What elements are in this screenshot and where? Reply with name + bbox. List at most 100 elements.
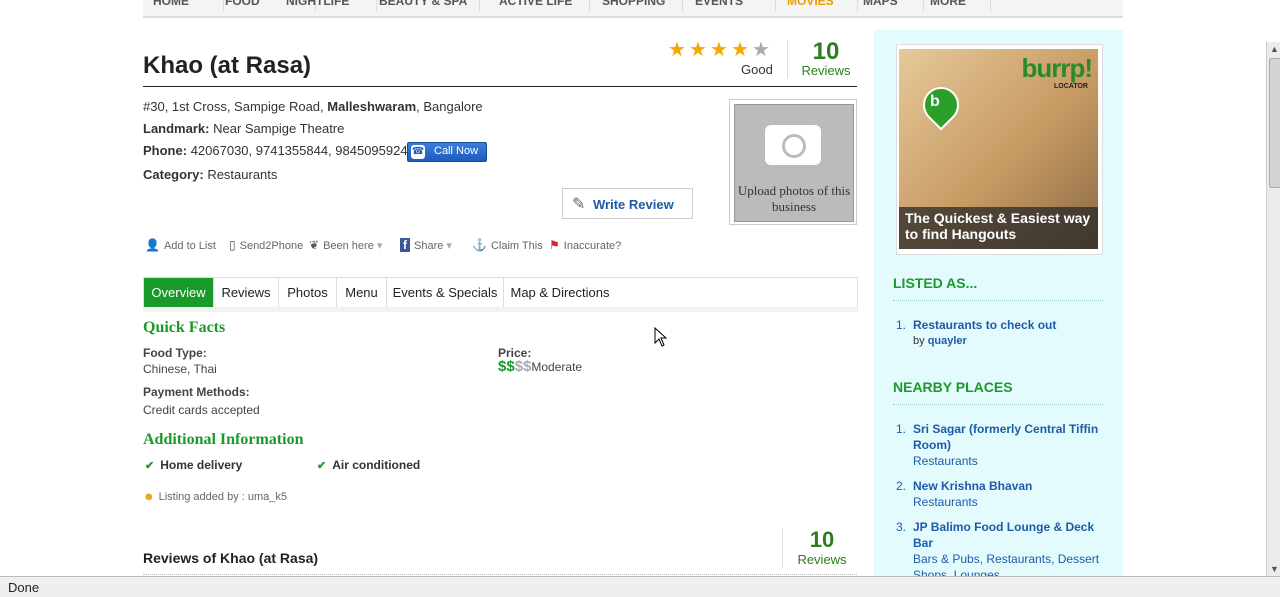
phone-icon: ☎ xyxy=(411,145,425,159)
tab-reviews[interactable]: Reviews xyxy=(214,278,279,307)
scroll-down-icon[interactable]: ▼ xyxy=(1270,564,1279,574)
nav-home[interactable]: HOME xyxy=(143,0,224,12)
reviews-divider xyxy=(782,528,783,568)
share-label: Share xyxy=(414,240,444,252)
nearby-item-title[interactable]: Sri Sagar (formerly Central Tiffin Room) xyxy=(913,421,1103,453)
been-here-link[interactable]: ❦ Been here ▾ xyxy=(309,238,382,252)
call-now-button[interactable]: ☎ Call Now xyxy=(407,142,487,162)
been-here-label: Been here xyxy=(323,240,374,252)
ad-brand-logo: burrp! xyxy=(1021,53,1093,83)
inaccurate-link[interactable]: ⚑ Inaccurate? xyxy=(549,238,621,252)
tab-menu[interactable]: Menu xyxy=(337,278,387,307)
upload-photo-box[interactable]: Upload photos of this business xyxy=(729,99,857,225)
chevron-down-icon: ▾ xyxy=(376,240,383,252)
upload-photo-label: Upload photos of this business xyxy=(737,183,851,214)
nav-movies[interactable]: MOVIES xyxy=(777,0,858,12)
write-review-label: Write Review xyxy=(593,197,674,212)
address-city: , Bangalore xyxy=(416,99,483,114)
tab-photos[interactable]: Photos xyxy=(279,278,337,307)
star-icon: ★ xyxy=(689,39,707,61)
review-count[interactable]: 10 xyxy=(800,38,852,66)
mobile-icon: ▯ xyxy=(229,238,236,252)
landmark: Landmark: Near Sampige Theatre xyxy=(143,121,344,136)
tab-events-specials[interactable]: Events & Specials xyxy=(387,278,504,307)
nearby-places-heading: NEARBY PLACES xyxy=(893,379,1013,395)
burrp-ad-banner[interactable]: burrp! LOCATOR b The Quickest & Easiest … xyxy=(899,49,1098,249)
listing-added-by: ☻ Listing added by : uma_k5 xyxy=(143,491,287,503)
send2phone-link[interactable]: ▯ Send2Phone xyxy=(229,238,303,252)
scroll-up-icon[interactable]: ▲ xyxy=(1270,44,1279,54)
top-nav: HOME FOOD NIGHTLIFE BEAUTY & SPA ACTIVE … xyxy=(143,0,1123,18)
anchor-icon: ⚓ xyxy=(472,238,487,252)
nearby-rule xyxy=(893,404,1103,406)
star-icon: ★ xyxy=(731,39,749,61)
category: Category: Restaurants xyxy=(143,167,277,182)
amenity-home-delivery: ✔ Home delivery xyxy=(145,458,242,472)
nearby-item-category[interactable]: Restaurants xyxy=(913,453,978,469)
star-icon: ★ xyxy=(710,39,728,61)
reviews-section-title: Reviews of Khao (at Rasa) xyxy=(143,550,319,566)
listed-by-user[interactable]: quayler xyxy=(928,335,967,347)
food-type-label: Food Type: xyxy=(143,346,207,360)
nav-beauty[interactable]: BEAUTY & SPA xyxy=(369,0,480,12)
address-area: Malleshwaram xyxy=(327,99,417,114)
title-divider xyxy=(143,86,857,87)
status-bar: Done xyxy=(0,576,1280,597)
star-icon: ★ xyxy=(752,39,770,61)
nearby-num: 1. xyxy=(896,422,907,436)
landmark-value: Near Sampige Theatre xyxy=(213,121,345,136)
tab-shadow xyxy=(143,307,858,312)
pencil-icon: ✎ xyxy=(572,196,586,213)
business-title: Khao (at Rasa) xyxy=(143,52,312,79)
claim-this-label: Claim This xyxy=(490,240,543,252)
scroll-thumb[interactable] xyxy=(1269,58,1280,188)
nearby-item-category[interactable]: Bars & Pubs, Restaurants, Dessert Shops,… xyxy=(913,551,1103,576)
address: #30, 1st Cross, Sampige Road, Malleshwar… xyxy=(143,99,483,114)
review-count-label[interactable]: Reviews xyxy=(800,63,852,78)
check-icon: ✔ xyxy=(145,460,155,472)
share-link[interactable]: f Share ▾ xyxy=(400,238,452,252)
pin-letter: b xyxy=(930,93,940,110)
page-scrollbar[interactable]: ▲ ▼ xyxy=(1266,42,1280,576)
nearby-item-title[interactable]: JP Balimo Food Lounge & Deck Bar xyxy=(913,519,1103,551)
quick-facts-heading: Quick Facts xyxy=(143,319,226,336)
claim-this-link[interactable]: ⚓ Claim This xyxy=(472,238,543,252)
category-value: Restaurants xyxy=(207,167,278,182)
listed-as-heading: LISTED AS... xyxy=(893,275,978,291)
listed-item-by: by quayler xyxy=(913,335,967,347)
reviews-section-label[interactable]: Reviews xyxy=(795,552,849,567)
write-review-button[interactable]: ✎ Write Review xyxy=(562,188,693,219)
nav-nightlife[interactable]: NIGHTLIFE xyxy=(276,0,377,12)
listing-added-text: Listing added by : uma_k5 xyxy=(158,491,287,503)
nav-maps[interactable]: MAPS xyxy=(853,0,924,12)
listed-item-title[interactable]: Restaurants to check out xyxy=(913,317,1056,333)
reviews-section-count[interactable]: 10 xyxy=(795,527,849,553)
nearby-item-title[interactable]: New Krishna Bhavan xyxy=(913,478,1103,494)
nav-active-life[interactable]: ACTIVE LIFE xyxy=(489,0,590,12)
call-now-label: Call Now xyxy=(434,145,479,157)
phone-value: 42067030, 9741355844, 9845095924 xyxy=(190,143,408,158)
food-type-value: Chinese, Thai xyxy=(143,362,217,376)
ad-tagline: The Quickest & Easiest way to find Hango… xyxy=(905,210,1091,242)
payment-label: Payment Methods: xyxy=(143,385,250,399)
send2phone-label: Send2Phone xyxy=(239,240,304,252)
rating-stars: ★ ★ ★ ★ ★ xyxy=(668,40,773,60)
tab-map-directions[interactable]: Map & Directions xyxy=(504,278,616,307)
facebook-icon: f xyxy=(400,238,410,252)
tab-overview[interactable]: Overview xyxy=(144,278,214,307)
price-symbols-active: $$ xyxy=(498,358,515,375)
add-list-icon: 👤 xyxy=(145,238,160,252)
nav-shopping[interactable]: SHOPPING xyxy=(592,0,683,12)
nearby-num: 3. xyxy=(896,520,907,534)
user-badge-icon: ☻ xyxy=(143,491,155,503)
ad-brand-sub: LOCATOR xyxy=(1054,83,1088,90)
additional-info-heading: Additional Information xyxy=(143,431,304,448)
chevron-down-icon: ▾ xyxy=(446,240,452,252)
nearby-item-category[interactable]: Restaurants xyxy=(913,494,978,510)
check-icon: ✔ xyxy=(317,460,327,472)
status-text: Done xyxy=(8,580,40,595)
nav-events[interactable]: EVENTS xyxy=(685,0,776,12)
nav-more[interactable]: MORE xyxy=(920,0,991,12)
add-to-list-link[interactable]: 👤 Add to List xyxy=(145,238,216,252)
price-word: Moderate xyxy=(531,360,583,374)
